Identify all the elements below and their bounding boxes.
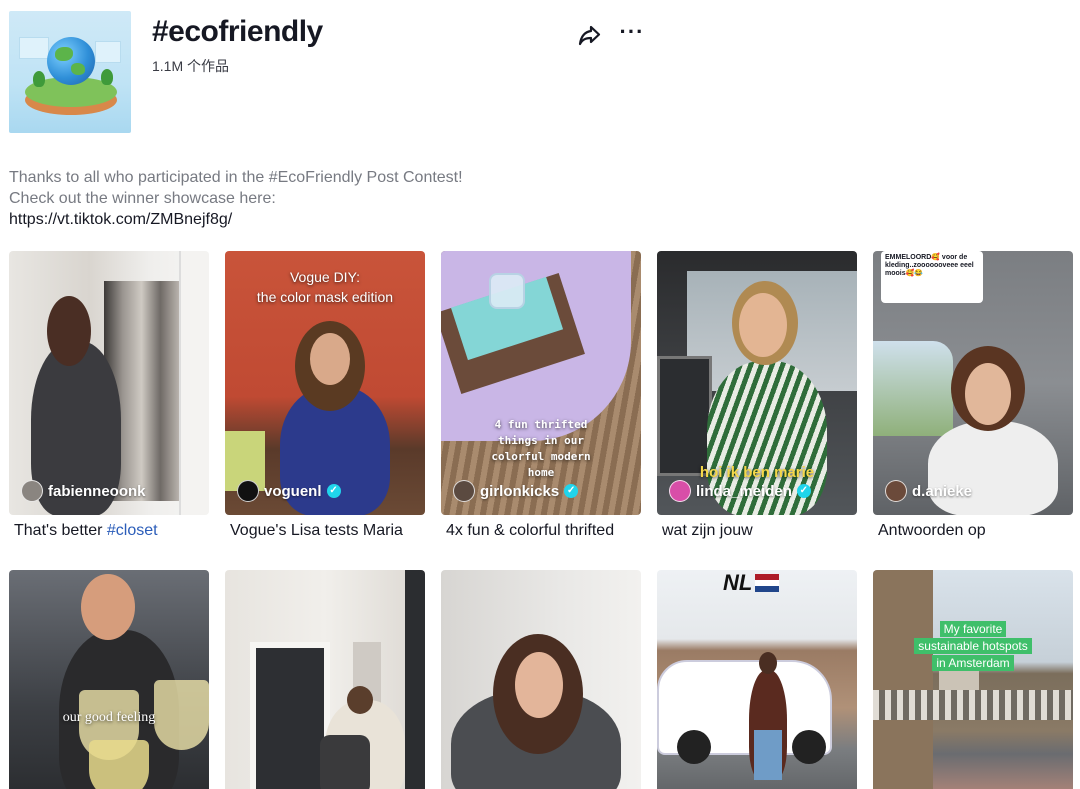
person-face xyxy=(81,574,135,640)
globe-land xyxy=(71,63,85,75)
laptop-shape xyxy=(657,356,712,476)
person-head xyxy=(759,652,777,674)
jeans xyxy=(754,730,782,780)
person-hair xyxy=(347,686,373,714)
car-wheel xyxy=(792,730,826,764)
video-thumbnail[interactable]: NL xyxy=(657,570,857,789)
author-avatar xyxy=(669,480,691,502)
wall-edge xyxy=(405,570,425,789)
video-author[interactable]: fabienneoonk xyxy=(21,480,146,502)
author-name: linda_meiden xyxy=(696,482,792,500)
video-thumbnail[interactable]: Vogue DIY: the color mask edition voguen… xyxy=(225,251,425,515)
video-card[interactable] xyxy=(225,570,425,789)
video-card[interactable]: our good feeling xyxy=(9,570,209,789)
video-thumbnail[interactable]: our good feeling xyxy=(9,570,209,789)
video-caption[interactable]: Antwoorden op xyxy=(878,522,986,540)
video-thumbnail[interactable]: 4 fun thrifted things in our colorful mo… xyxy=(441,251,641,515)
hashtag-cover-image xyxy=(9,11,131,133)
car-window xyxy=(873,341,953,436)
video-card[interactable]: 4 fun thrifted things in our colorful mo… xyxy=(441,251,641,539)
building xyxy=(873,570,933,789)
video-caption[interactable]: 4x fun & colorful thrifted xyxy=(446,522,614,540)
person-face xyxy=(965,363,1011,425)
video-overlay-text: 4 fun thrifted things in our colorful mo… xyxy=(491,418,591,479)
overlay-caption: My favorite sustainable hotspots in Amst… xyxy=(914,621,1032,671)
author-name: fabienneoonk xyxy=(48,482,146,500)
video-caption[interactable]: Vogue's Lisa tests Maria xyxy=(230,522,403,540)
verified-badge-icon: ✓ xyxy=(326,484,341,498)
video-thumbnail[interactable]: fabienneoonk xyxy=(9,251,209,515)
ellipsis-icon[interactable]: ··· xyxy=(619,21,645,47)
person-hair xyxy=(47,296,91,366)
cover-tile xyxy=(19,37,49,59)
nl-label: NL xyxy=(723,570,780,596)
earth-globe-icon xyxy=(47,37,95,85)
glass-object xyxy=(489,273,525,309)
car-wheel xyxy=(677,730,711,764)
video-author[interactable]: voguenl ✓ xyxy=(237,480,341,502)
video-overlay-text: My favorite sustainable hotspots in Amst… xyxy=(903,604,1043,672)
nl-text: NL xyxy=(723,570,753,595)
video-thumbnail[interactable]: EMMELOORD🥰 voor de kleding..zooooooveee … xyxy=(873,251,1073,515)
video-card[interactable]: EMMELOORD🥰 voor de kleding..zooooooveee … xyxy=(873,251,1073,539)
author-name: d.anieke xyxy=(912,482,973,500)
video-thumbnail[interactable] xyxy=(441,570,641,789)
video-author[interactable]: girlonkicks ✓ xyxy=(453,480,579,502)
clothes-pile xyxy=(320,735,370,789)
author-avatar xyxy=(237,480,259,502)
video-overlay-text: our good feeling xyxy=(62,710,156,725)
author-avatar xyxy=(453,480,475,502)
video-card[interactable]: fabienneoonk That's better #closet xyxy=(9,251,209,539)
verified-badge-icon: ✓ xyxy=(564,484,579,498)
tree-shape xyxy=(101,69,113,85)
video-card[interactable]: My favorite sustainable hotspots in Amst… xyxy=(873,570,1073,789)
author-name: girlonkicks xyxy=(480,482,560,500)
tree-shape xyxy=(33,71,45,87)
video-overlay-text: hoi ik ben marie xyxy=(699,464,815,481)
video-card[interactable]: Vogue DIY: the color mask edition voguen… xyxy=(225,251,425,539)
video-author[interactable]: linda_meiden ✓ xyxy=(669,480,811,502)
description-line: Thanks to all who participated in the #E… xyxy=(9,169,463,186)
netherlands-flag-icon xyxy=(755,574,780,592)
video-overlay-text: Vogue DIY: the color mask edition xyxy=(256,269,394,305)
hashtag-header: #ecofriendly 1.1M 个作品 ··· xyxy=(9,11,669,133)
person-face xyxy=(310,333,350,385)
caption-text: That's better xyxy=(14,522,107,539)
comment-text: EMMELOORD🥰 voor de kleding..zooooooveee … xyxy=(885,254,974,277)
verified-badge-icon: ✓ xyxy=(796,484,811,498)
doorway xyxy=(250,642,330,789)
globe-land xyxy=(55,47,73,61)
video-thumbnail[interactable]: My favorite sustainable hotspots in Amst… xyxy=(873,570,1073,789)
video-caption[interactable]: That's better #closet xyxy=(14,522,158,540)
video-card[interactable]: hoi ik ben marie linda_meiden ✓ wat zijn… xyxy=(657,251,857,539)
video-thumbnail[interactable] xyxy=(225,570,425,789)
showcase-link[interactable]: https://vt.tiktok.com/ZMBnejf8g/ xyxy=(9,209,709,230)
hashtag-title: #ecofriendly xyxy=(152,15,323,48)
person-face xyxy=(515,652,563,718)
description-line: Check out the winner showcase here: xyxy=(9,190,276,207)
person-face xyxy=(739,293,787,357)
video-card[interactable] xyxy=(441,570,641,789)
share-arrow-icon[interactable] xyxy=(577,22,603,48)
video-author[interactable]: d.anieke xyxy=(885,480,972,502)
author-name: voguenl xyxy=(264,482,322,500)
author-avatar xyxy=(885,480,907,502)
caption-hashtag[interactable]: #closet xyxy=(107,522,158,539)
cover-tile xyxy=(95,41,121,63)
video-caption[interactable]: wat zijn jouw xyxy=(662,522,753,540)
video-thumbnail[interactable]: hoi ik ben marie linda_meiden ✓ xyxy=(657,251,857,515)
video-card[interactable]: NL xyxy=(657,570,857,789)
wine-glass xyxy=(89,740,149,789)
comment-reply-bubble: EMMELOORD🥰 voor de kleding..zooooooveee … xyxy=(881,251,983,303)
video-count: 1.1M 个作品 xyxy=(152,58,230,74)
wardrobe-door xyxy=(179,251,209,515)
bridge-railing xyxy=(873,690,1073,720)
author-avatar xyxy=(21,480,43,502)
hashtag-description: Thanks to all who participated in the #E… xyxy=(9,167,709,230)
